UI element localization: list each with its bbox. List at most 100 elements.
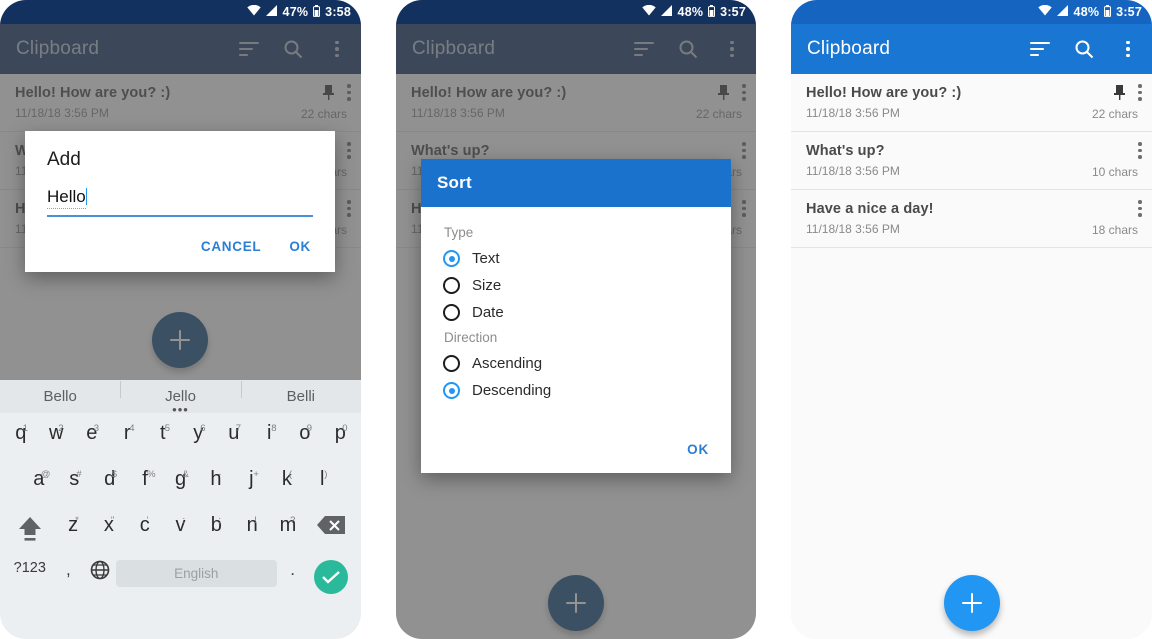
backspace-icon[interactable] (306, 514, 356, 536)
radio-type-text[interactable]: Text (443, 245, 731, 272)
radio-type-date[interactable]: Date (443, 299, 731, 326)
list-item-overflow-icon[interactable] (1138, 142, 1142, 159)
radio-direction-descending[interactable]: Descending (443, 377, 731, 404)
key-sup: ) (324, 469, 328, 480)
input-underline (47, 215, 313, 217)
signal-icon (265, 5, 278, 19)
key-sup: 7 (235, 423, 242, 434)
suggestion-0[interactable]: Bello (0, 388, 120, 405)
more-suggestions-icon[interactable]: ••• (172, 402, 189, 417)
key-n[interactable]: ! n (234, 514, 270, 537)
key-q[interactable]: 1q (3, 422, 39, 445)
radio-label: Date (472, 304, 504, 321)
check-icon (314, 560, 349, 594)
list-item-chars: 18 chars (1091, 223, 1138, 237)
comma-key[interactable]: , (53, 560, 85, 580)
radio-icon (443, 277, 460, 294)
screen-list: 48% 3:57 Clipboard Hello! How are you?:… (791, 0, 1152, 639)
key-g[interactable]: & g (163, 468, 198, 491)
cancel-button[interactable]: CANCEL (201, 239, 261, 254)
list-item-title: Have a nice a day! (806, 201, 934, 217)
keyboard-row-4: ?123 , English . (3, 560, 358, 604)
keyboard-rows: 1q 2w 3e 4r 5t 6y 7u 8i 9o 0p @ a # s $ … (0, 413, 361, 611)
shift-icon[interactable] (5, 514, 55, 544)
key-sup: & (182, 469, 189, 480)
overflow-menu-icon[interactable] (1116, 37, 1140, 61)
ok-button[interactable]: OK (687, 442, 709, 457)
key-u[interactable]: 7u (216, 422, 252, 445)
suggestion-1[interactable]: Jello ••• (120, 381, 240, 417)
phone-panel-add-dialog: 47% 3:58 Clipboard (0, 0, 361, 639)
key-d[interactable]: $ d (92, 468, 127, 491)
dialog-title: Sort (421, 159, 731, 207)
key-y[interactable]: 6y (181, 422, 217, 445)
key-a[interactable]: @ a (21, 468, 56, 491)
sort-icon[interactable] (1028, 37, 1052, 61)
key-s[interactable]: # s (56, 468, 91, 491)
list-item[interactable]: Hello! How are you? :) 11/18/18 3:56 PM … (791, 74, 1152, 132)
key-o[interactable]: 9o (287, 422, 323, 445)
list-item-date: 11/18/18 3:56 PM (806, 106, 900, 120)
key-sup: ! (254, 515, 257, 526)
key-sup: ( (288, 469, 292, 480)
key-sup: 2 (58, 423, 64, 434)
key-v[interactable]: :v (163, 514, 199, 537)
key-h[interactable]: -h (198, 468, 233, 491)
status-icons (641, 4, 673, 19)
list-item[interactable]: What's up? 11/18/18 3:56 PM 10 chars (791, 132, 1152, 190)
symbols-key[interactable]: ?123 (7, 560, 53, 576)
key-t[interactable]: 5t (145, 422, 181, 445)
key-m[interactable]: ? m (270, 514, 306, 537)
key-e[interactable]: 3e (74, 422, 110, 445)
ok-button[interactable]: OK (289, 239, 311, 254)
radio-icon (443, 355, 460, 372)
pin-icon[interactable] (1113, 84, 1126, 100)
key-sup: ; (218, 515, 221, 526)
suggestion-2[interactable]: Belli (240, 381, 361, 405)
key-sup: 8 (271, 423, 277, 434)
search-icon[interactable] (1072, 37, 1096, 61)
radio-icon (443, 304, 460, 321)
key-z[interactable]: * z (55, 514, 91, 537)
key-p[interactable]: 0p (323, 422, 359, 445)
add-input-value: Hello (47, 187, 86, 209)
key-x[interactable]: " x (91, 514, 127, 537)
key-c[interactable]: ' c (127, 514, 163, 537)
space-key[interactable]: English (115, 560, 277, 587)
key-k[interactable]: (k (269, 468, 304, 491)
type-group-label: Type (444, 225, 474, 240)
list-item-overflow-icon[interactable] (1138, 200, 1142, 217)
on-screen-keyboard: Bello Jello ••• Belli 1q 2w 3e 4r 5t 6y (0, 380, 361, 639)
dialog-title: Add (47, 149, 81, 170)
list-item[interactable]: Have a nice a day! 11/18/18 3:56 PM 18 c… (791, 190, 1152, 248)
key-b[interactable]: ; b (198, 514, 234, 537)
radio-type-size[interactable]: Size (443, 272, 731, 299)
signal-icon (1056, 5, 1069, 19)
key-sup: - (217, 469, 222, 480)
list-item-title: Hello! How are you? :) (806, 85, 962, 101)
key-l[interactable]: ) l (305, 468, 340, 491)
key-sup: 3 (93, 423, 100, 434)
add-fab-button[interactable] (944, 575, 1000, 631)
key-sup: 1 (22, 423, 29, 434)
period-key[interactable]: . (277, 560, 309, 580)
screenshot-stage: 47% 3:58 Clipboard (0, 0, 1152, 639)
sort-dialog-body: Type Text Size Date Direction Ascending … (421, 207, 731, 473)
key-f[interactable]: % f (127, 468, 162, 491)
key-w[interactable]: 2w (39, 422, 75, 445)
key-i[interactable]: 8i (252, 422, 288, 445)
list-item-overflow-icon[interactable] (1138, 84, 1142, 101)
keyboard-row-3: * z " x ' c :v ; b ! n ? m (3, 514, 358, 560)
add-text-field[interactable]: Hello (47, 187, 313, 223)
key-j[interactable]: + j (234, 468, 269, 491)
battery-icon (313, 4, 321, 20)
enter-key[interactable] (308, 560, 354, 594)
key-sup: 6 (200, 423, 206, 434)
clock: 3:57 (1116, 5, 1142, 19)
key-sup: # (76, 469, 82, 480)
key-r[interactable]: 4r (110, 422, 146, 445)
globe-icon[interactable] (84, 560, 116, 580)
radio-direction-ascending[interactable]: Ascending (443, 350, 731, 377)
list-item-actions (1113, 84, 1142, 101)
list-item-title: What's up? (806, 143, 885, 159)
